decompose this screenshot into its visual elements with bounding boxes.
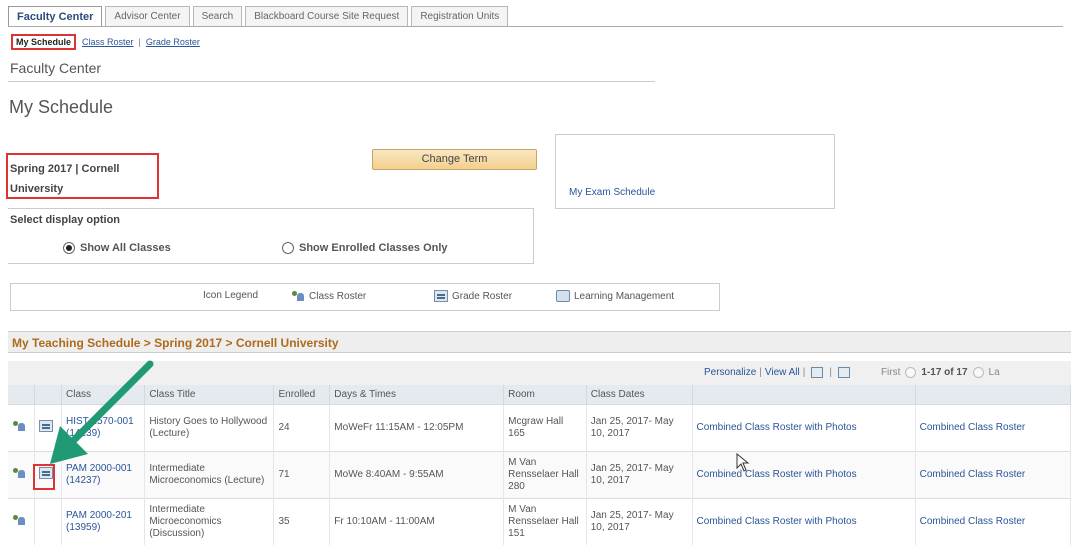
class-dates: Jan 25, 2017- May 10, 2017 xyxy=(586,403,693,451)
class-dates: Jan 25, 2017- May 10, 2017 xyxy=(586,497,693,545)
legend-grade-roster: Grade Roster xyxy=(434,290,512,302)
last-label: La xyxy=(988,367,1000,378)
col-header-enrolled: Enrolled xyxy=(273,385,331,404)
class-dates: Jan 25, 2017- May 10, 2017 xyxy=(586,450,693,498)
change-term-button[interactable]: Change Term xyxy=(372,149,537,170)
table-row: PAM 2000-201 (13959) Intermediate Microe… xyxy=(8,497,1071,545)
col-header-link2 xyxy=(915,385,1071,404)
section-title: Faculty Center xyxy=(10,60,102,76)
personalize-link[interactable]: Personalize xyxy=(704,367,756,378)
tab-search[interactable]: Search xyxy=(192,6,243,27)
tab-divider xyxy=(8,26,1063,27)
class-title: Intermediate Microeconomics (Discussion) xyxy=(144,497,275,545)
subnav-my-schedule[interactable]: My Schedule xyxy=(11,34,77,50)
display-options-label: Select display option xyxy=(10,214,121,226)
enrolled-count: 35 xyxy=(273,497,331,545)
previous-arrow-icon[interactable] xyxy=(905,367,917,378)
enrolled-count: 24 xyxy=(273,403,331,451)
radio-show-enrolled-button[interactable] xyxy=(282,242,294,254)
radio-show-enrolled[interactable]: Show Enrolled Classes Only xyxy=(282,242,448,254)
view-all-link[interactable]: View All xyxy=(765,367,800,378)
table-header-row: Class Class Title Enrolled Days & Times … xyxy=(8,385,1071,404)
enrolled-count: 71 xyxy=(273,450,331,498)
radio-show-all[interactable]: Show All Classes xyxy=(63,242,171,254)
top-tabs: Faculty Center Advisor Center Search Bla… xyxy=(8,6,511,27)
class-title: Intermediate Microeconomics (Lecture) xyxy=(144,450,275,498)
combined-roster-link[interactable]: Combined Class Roster xyxy=(915,450,1071,498)
first-label: First xyxy=(880,367,901,378)
combined-roster-link[interactable]: Combined Class Roster xyxy=(915,497,1071,545)
days-times: MoWeFr 11:15AM - 12:05PM xyxy=(329,403,505,451)
tab-blackboard-request[interactable]: Blackboard Course Site Request xyxy=(245,6,409,27)
class-roster-icon[interactable] xyxy=(12,467,26,479)
class-roster-icon[interactable] xyxy=(12,514,26,526)
term-label: Spring 2017 | Cornell University xyxy=(6,153,159,199)
combined-roster-photos-link[interactable]: Combined Class Roster with Photos xyxy=(692,450,916,498)
legend-learning-management: Learning Management xyxy=(556,290,674,302)
subnav-class-roster[interactable]: Class Roster xyxy=(82,37,134,47)
page-title: My Schedule xyxy=(9,97,114,117)
tab-registration-units[interactable]: Registration Units xyxy=(411,6,509,27)
tab-faculty-center[interactable]: Faculty Center xyxy=(8,6,103,27)
exam-schedule-link[interactable]: My Exam Schedule xyxy=(569,187,655,198)
mouse-cursor-icon xyxy=(736,453,750,472)
table-row: HIST 1570-001 (14239) History Goes to Ho… xyxy=(8,403,1071,451)
room: Mcgraw Hall 165 xyxy=(503,403,587,451)
legend-title: Icon Legend xyxy=(203,290,259,301)
combined-roster-link[interactable]: Combined Class Roster xyxy=(915,403,1071,451)
radio-show-all-button[interactable] xyxy=(63,242,75,254)
toolbar-separator: | xyxy=(829,367,832,378)
row-count: 1-17 of 17 xyxy=(921,367,968,378)
zoom-icon[interactable] xyxy=(811,367,824,378)
subnav-grade-roster[interactable]: Grade Roster xyxy=(146,37,200,47)
toolbar-separator: | xyxy=(759,367,762,378)
class-link[interactable]: PAM 2000-201 (13959) xyxy=(61,497,146,545)
col-header-room: Room xyxy=(503,385,587,404)
col-header-roster-icon xyxy=(8,385,35,404)
annotation-arrow-icon xyxy=(50,360,154,464)
col-header-days-times: Days & Times xyxy=(329,385,505,404)
combined-roster-photos-link[interactable]: Combined Class Roster with Photos xyxy=(692,403,916,451)
teaching-schedule-header: My Teaching Schedule > Spring 2017 > Cor… xyxy=(8,331,1071,353)
subnav-separator: | xyxy=(138,37,141,47)
legend-class-roster: Class Roster xyxy=(291,290,366,302)
room: M Van Rensselaer Hall 280 xyxy=(503,450,587,498)
days-times: MoWe 8:40AM - 9:55AM xyxy=(329,450,505,498)
col-header-class-dates: Class Dates xyxy=(586,385,693,404)
download-icon[interactable] xyxy=(837,367,850,378)
next-arrow-icon[interactable] xyxy=(972,367,984,378)
col-header-title: Class Title xyxy=(144,385,275,404)
class-roster-icon xyxy=(291,290,305,302)
tab-advisor-center[interactable]: Advisor Center xyxy=(105,6,190,27)
learning-management-icon xyxy=(556,290,570,302)
room: M Van Rensselaer Hall 151 xyxy=(503,497,587,545)
col-header-link1 xyxy=(692,385,916,404)
sub-navigation: My Schedule Class Roster | Grade Roster xyxy=(11,34,200,50)
grid-navigation: Personalize | View All | | First 1-17 of… xyxy=(704,367,1000,378)
toolbar-separator: | xyxy=(802,367,806,378)
radio-show-all-label: Show All Classes xyxy=(80,242,171,254)
class-title: History Goes to Hollywood (Lecture) xyxy=(144,403,275,451)
days-times: Fr 10:10AM - 11:00AM xyxy=(329,497,505,545)
title-divider xyxy=(8,81,655,82)
teaching-schedule-table: Class Class Title Enrolled Days & Times … xyxy=(8,385,1071,545)
radio-show-enrolled-label: Show Enrolled Classes Only xyxy=(299,242,448,254)
table-row: PAM 2000-001 (14237) Intermediate Microe… xyxy=(8,450,1071,498)
class-roster-icon[interactable] xyxy=(12,420,26,432)
grade-roster-icon xyxy=(434,290,448,302)
combined-roster-photos-link[interactable]: Combined Class Roster with Photos xyxy=(692,497,916,545)
